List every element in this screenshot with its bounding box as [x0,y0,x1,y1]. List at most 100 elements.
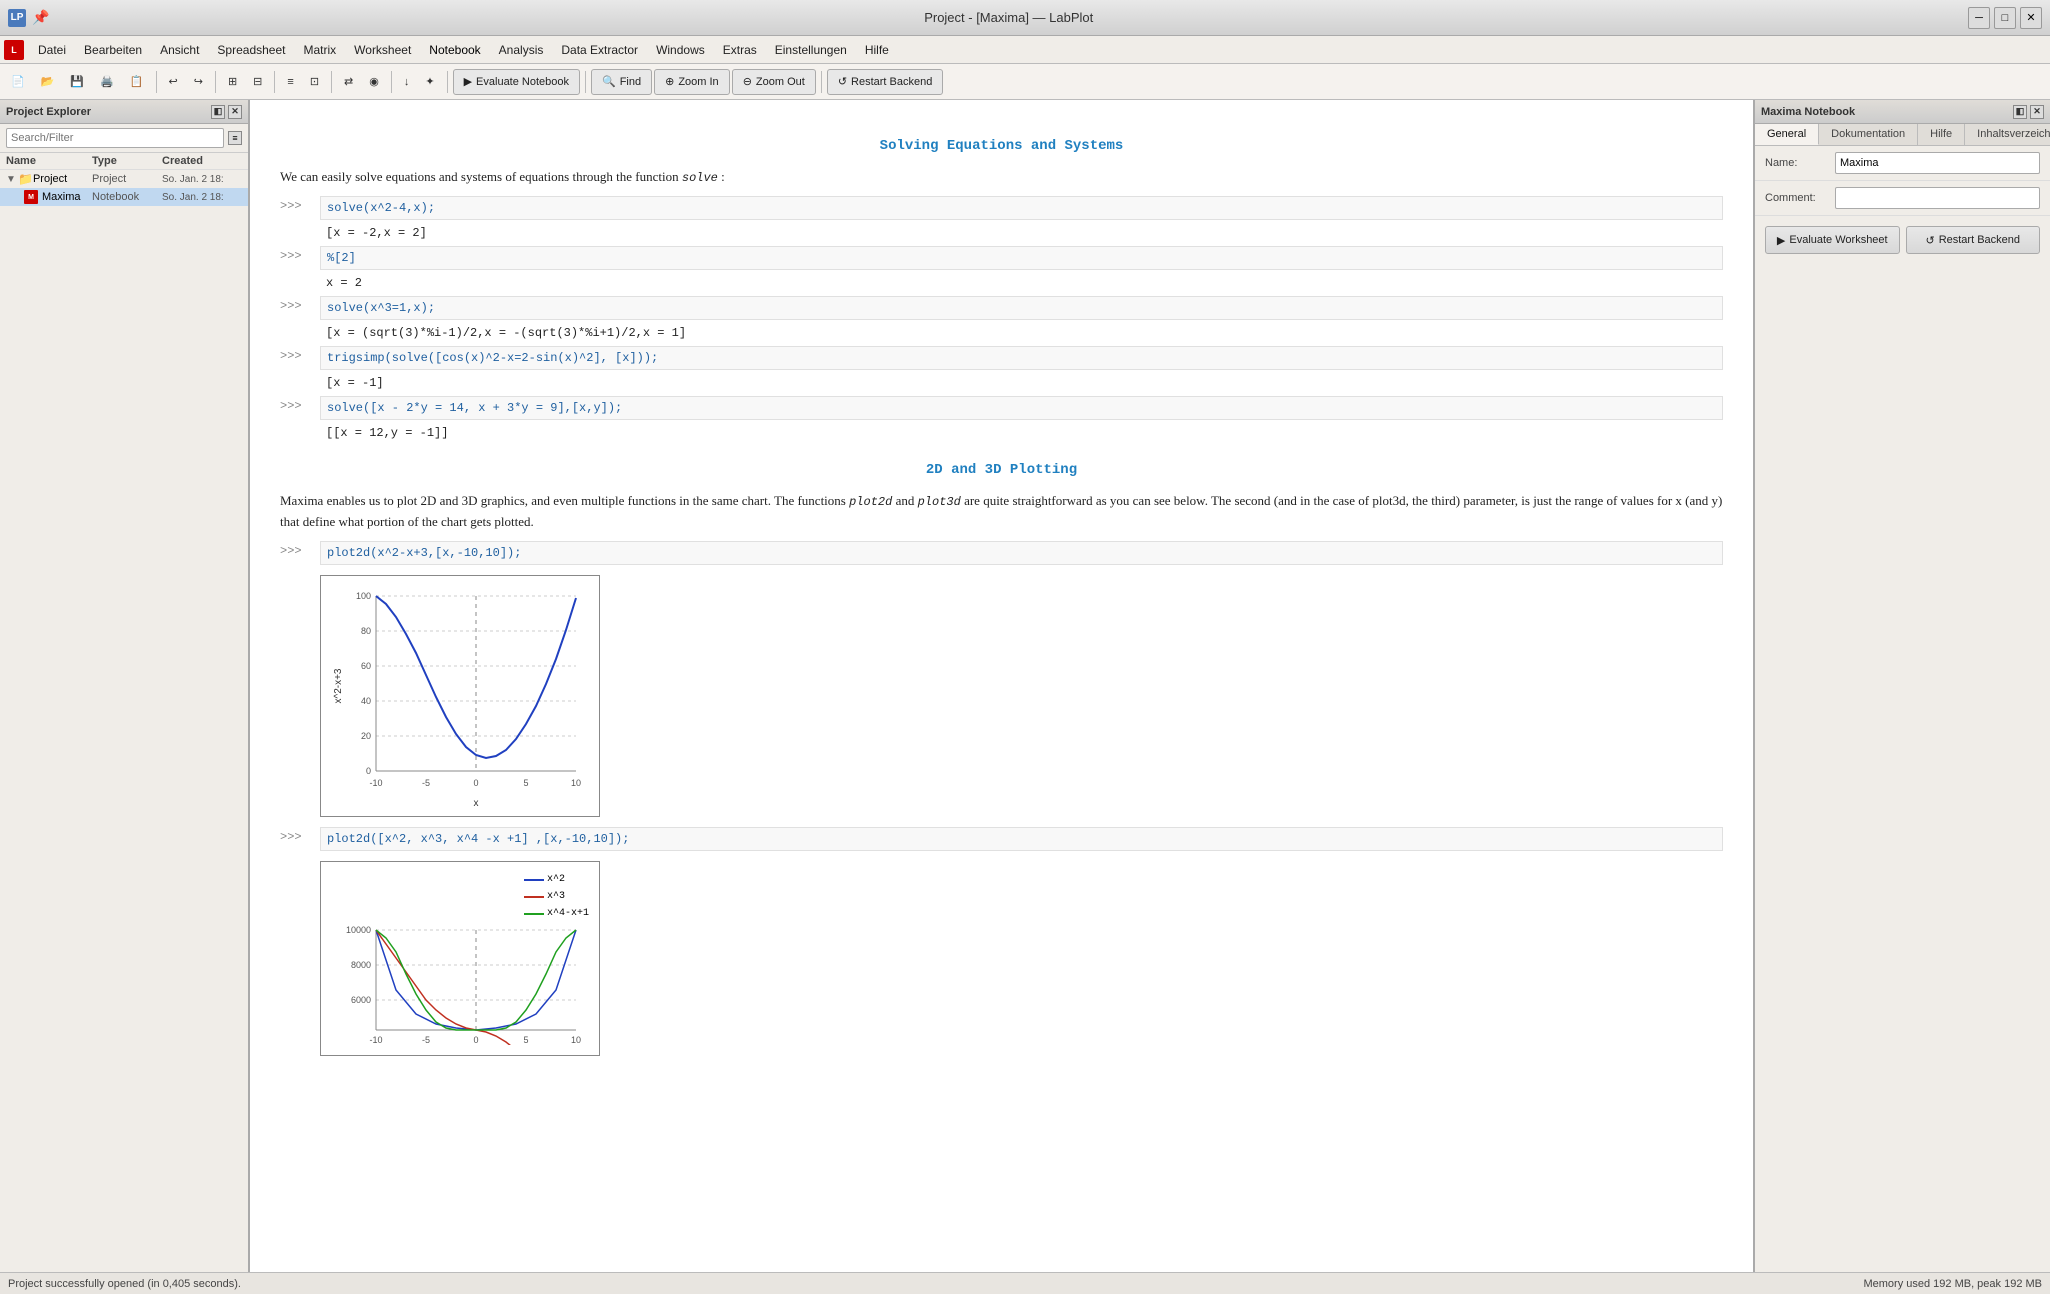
cell-row-3: >>> solve(x^3=1,x); [280,296,1723,320]
notebook-area[interactable]: Solving Equations and Systems We can eas… [250,100,1755,1272]
right-panel-float-btn[interactable]: ◧ [2013,105,2027,119]
search-input[interactable] [6,128,224,148]
search-options-btn[interactable]: ≡ [228,131,242,145]
explorer-float-btn[interactable]: ◧ [211,105,225,119]
comment-field[interactable] [1835,187,2040,209]
cell-input-5[interactable]: solve([x - 2*y = 14, x + 3*y = 9],[x,y])… [320,396,1723,420]
close-button[interactable]: ✕ [2020,7,2042,29]
zoom-in-button[interactable]: ⊕ Zoom In [654,69,730,95]
tb-btn2[interactable]: ✦ [418,69,441,95]
app-icon: LP [8,9,26,27]
menu-einstellungen[interactable]: Einstellungen [767,41,855,59]
save-button[interactable]: 💾 [63,69,91,95]
explorer-close-btn[interactable]: ✕ [228,105,242,119]
solve-intro-text: We can easily solve equations and system… [280,167,1723,188]
chart2-box: x^2 x^3 x^4-x+1 [320,861,600,1056]
menu-extras[interactable]: Extras [715,41,765,59]
tab-dokumentation[interactable]: Dokumentation [1819,124,1918,145]
menu-analysis[interactable]: Analysis [491,41,552,59]
plot3d-keyword: plot3d [918,495,961,509]
search-bar: ≡ [0,124,248,153]
folder-icon-project: 📁 [18,172,33,186]
menu-bar: L Datei Bearbeiten Ansicht Spreadsheet M… [0,36,2050,64]
redo-button[interactable]: ↪ [187,69,210,95]
svg-text:8000: 8000 [351,960,371,970]
cell-row-7: >>> plot2d([x^2, x^3, x^4 -x +1] ,[x,-10… [280,827,1723,851]
maximize-button[interactable]: □ [1994,7,2016,29]
menu-notebook[interactable]: Notebook [421,41,488,59]
cell-input-1[interactable]: solve(x^2-4,x); [320,196,1723,220]
right-panel-buttons: ▶ Evaluate Worksheet ↺ Restart Backend [1755,216,2050,264]
menu-spreadsheet[interactable]: Spreadsheet [209,41,293,59]
svg-text:20: 20 [361,731,371,741]
cell-input-2[interactable]: %[2] [320,246,1723,270]
menu-ansicht[interactable]: Ansicht [152,41,207,59]
legend-x3-label: x^3 [547,889,565,904]
view1-button[interactable]: ⊞ [221,69,244,95]
maxima-name: Maxima [42,191,92,203]
svg-text:x: x [474,798,479,806]
sep5 [391,71,392,93]
chart2-button[interactable]: ⊡ [303,69,326,95]
cell-row-5: >>> solve([x - 2*y = 14, x + 3*y = 9],[x… [280,396,1723,420]
window-title: Project - [Maxima] — LabPlot [924,10,1093,25]
plot-intro-text: Maxima enables us to plot 2D and 3D grap… [280,491,1723,533]
cell-input-6[interactable]: plot2d(x^2-x+3,[x,-10,10]); [320,541,1723,565]
right-panel: Maxima Notebook ◧ ✕ General Dokumentatio… [1755,100,2050,1272]
name-field[interactable] [1835,152,2040,174]
chart1-button[interactable]: ≡ [280,69,300,95]
restart-backend-button[interactable]: ↺ Restart Backend [827,69,944,95]
cell-input-7[interactable]: plot2d([x^2, x^3, x^4 -x +1] ,[x,-10,10]… [320,827,1723,851]
exchange-button[interactable]: ⇄ [337,69,360,95]
svg-text:0: 0 [473,1035,478,1045]
tab-hilfe[interactable]: Hilfe [1918,124,1965,145]
sep4 [331,71,332,93]
tree-header: Name Type Created [0,153,248,170]
cell-output-1: [x = -2,x = 2] [320,222,1723,244]
cell-output-4: [x = -1] [320,372,1723,394]
cell-input-3[interactable]: solve(x^3=1,x); [320,296,1723,320]
menu-worksheet[interactable]: Worksheet [346,41,419,59]
evaluate-notebook-button[interactable]: ▶ Evaluate Notebook [453,69,580,95]
open-button[interactable]: 📂 [34,69,62,95]
prompt-2: >>> [280,246,320,265]
restart-label: Restart Backend [851,76,932,88]
right-panel-title: Maxima Notebook [1761,106,1855,118]
print-button[interactable]: 🖨️ [93,69,121,95]
right-panel-close-btn[interactable]: ✕ [2030,105,2044,119]
view2-button[interactable]: ⊟ [246,69,269,95]
legend-x3: x^3 [524,889,589,904]
new-button[interactable]: 📄 [4,69,32,95]
col-type: Type [92,155,162,167]
find-button[interactable]: 🔍 Find [591,69,652,95]
copy-button[interactable]: 📋 [123,69,151,95]
col-name: Name [6,155,92,167]
legend-x4-label: x^4-x+1 [547,906,589,921]
menu-datei[interactable]: Datei [30,41,74,59]
undo-button[interactable]: ↩ [162,69,185,95]
evaluate-worksheet-button[interactable]: ▶ Evaluate Worksheet [1765,226,1900,254]
chart2-container: x^2 x^3 x^4-x+1 [320,861,600,1056]
minimize-button[interactable]: ─ [1968,7,1990,29]
cell-output-3: [x = (sqrt(3)*%i-1)/2,x = -(sqrt(3)*%i+1… [320,322,1723,344]
cell-row-2: >>> %[2] [280,246,1723,270]
explorer-title: Project Explorer [6,106,91,118]
menu-hilfe[interactable]: Hilfe [857,41,897,59]
restart-backend-panel-button[interactable]: ↺ Restart Backend [1906,226,2041,254]
tb-btn1[interactable]: ↓ [397,69,417,95]
zoom-out-button[interactable]: ⊖ Zoom Out [732,69,816,95]
circle-button[interactable]: ◉ [362,69,386,95]
tab-inhaltsverzeichnis[interactable]: Inhaltsverzeichn... [1965,124,2050,145]
solve-keyword: solve [682,171,718,185]
tree-item-maxima[interactable]: M Maxima Notebook So. Jan. 2 18: [0,188,248,206]
menu-windows[interactable]: Windows [648,41,713,59]
restart-backend-panel-icon: ↺ [1925,234,1934,247]
menu-bearbeiten[interactable]: Bearbeiten [76,41,150,59]
cell-input-4[interactable]: trigsimp(solve([cos(x)^2-x=2-sin(x)^2], … [320,346,1723,370]
tab-general[interactable]: General [1755,124,1819,145]
menu-matrix[interactable]: Matrix [295,41,344,59]
menu-data-extractor[interactable]: Data Extractor [553,41,646,59]
tree-item-project[interactable]: ▼ 📁 Project Project So. Jan. 2 18: [0,170,248,188]
pin-icon[interactable]: 📌 [32,9,49,26]
svg-text:80: 80 [361,626,371,636]
